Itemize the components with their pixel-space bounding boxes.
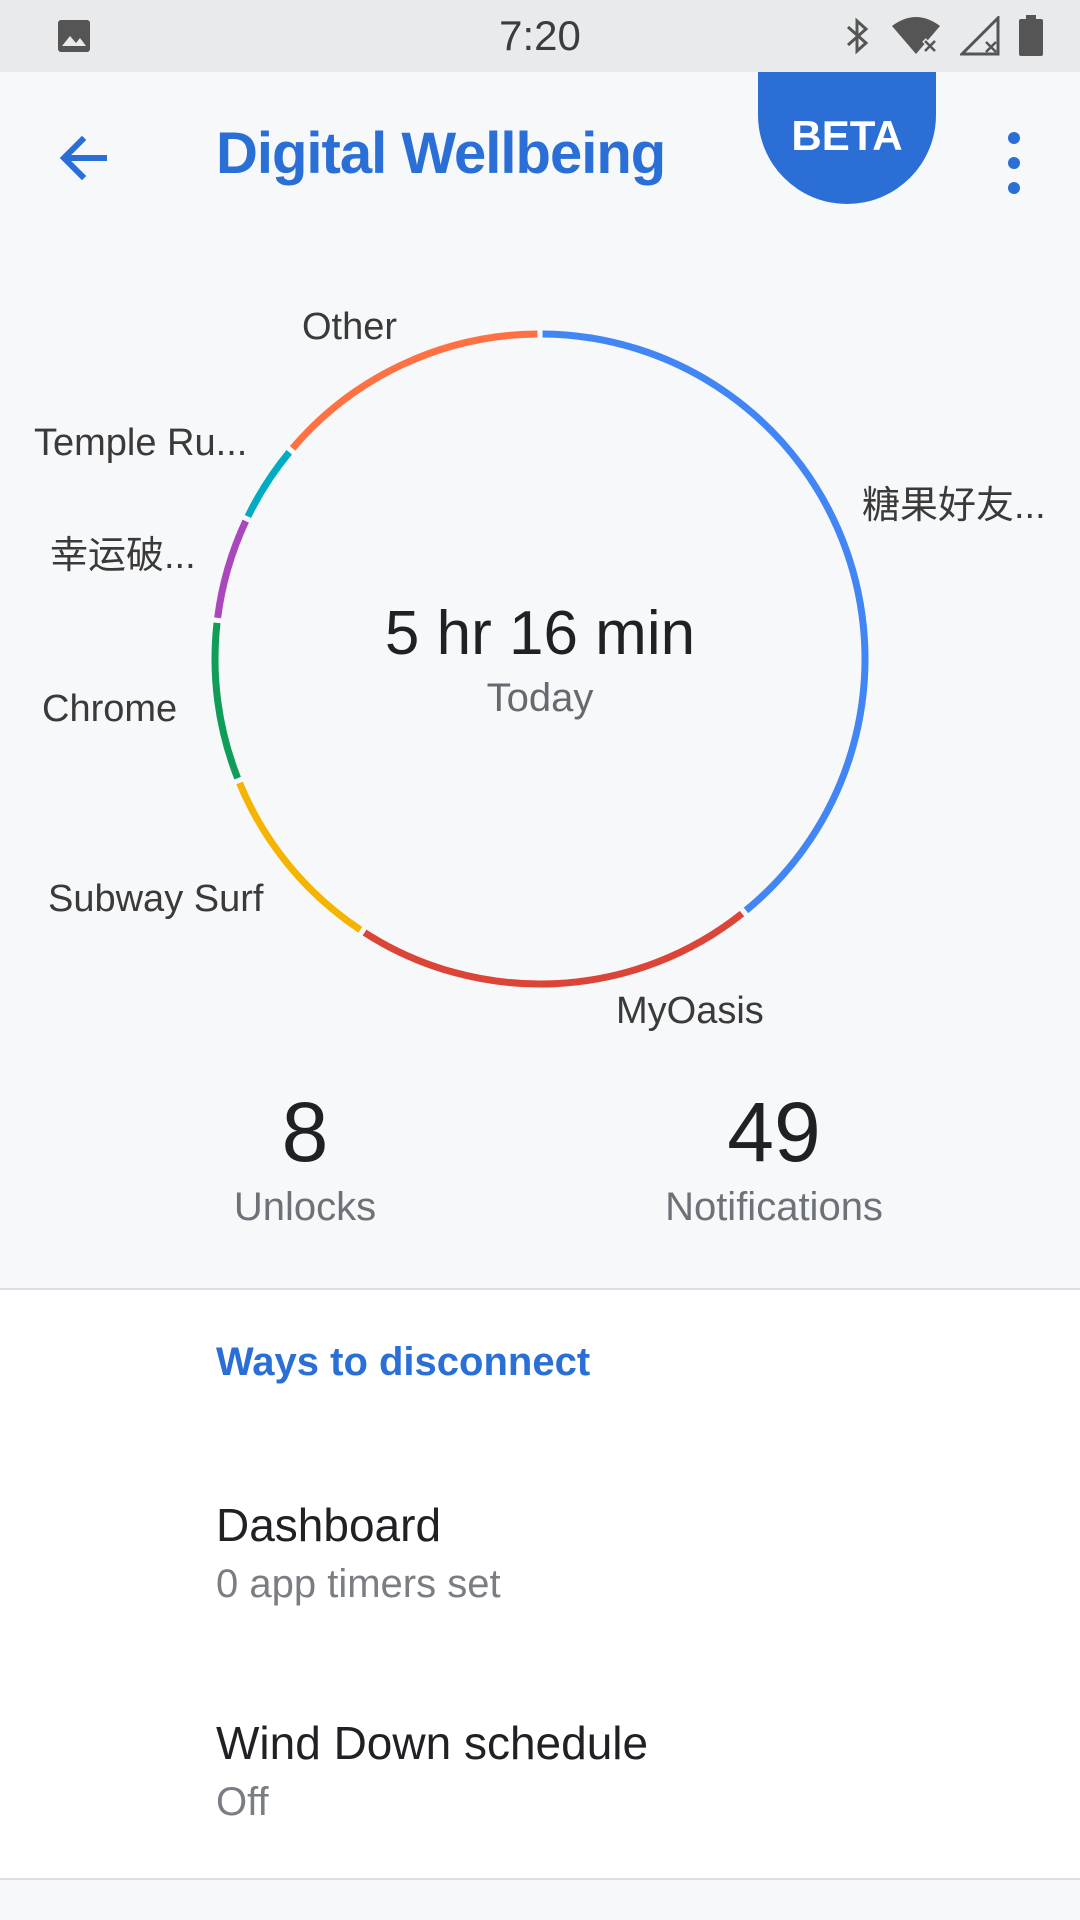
wifi-off-icon (892, 17, 940, 54)
app-bar: Digital Wellbeing BETA (0, 72, 1080, 242)
bottom-divider (0, 1878, 1080, 1880)
beta-badge: BETA (758, 72, 936, 204)
notifications-count: 49 (727, 1085, 821, 1179)
segment-label-candy-friends[interactable]: 糖果好友... (862, 474, 1046, 529)
section-header: Ways to disconnect (216, 1340, 591, 1384)
total-period: Today (486, 676, 594, 720)
battery-icon (1019, 15, 1043, 56)
notifications-stat: 49 Notifications (624, 1084, 924, 1230)
bluetooth-icon (847, 17, 869, 55)
list-item-title: Dashboard (216, 1499, 442, 1551)
ring-segment-5[interactable] (244, 450, 292, 519)
segment-label-other[interactable]: Other (302, 306, 397, 349)
status-bar: 7:20 (0, 0, 1080, 72)
more-options-button[interactable] (994, 126, 1034, 200)
ring-segment-1[interactable] (362, 910, 745, 988)
list-item-title: Wind Down schedule (216, 1717, 649, 1769)
back-button[interactable] (46, 118, 126, 198)
signal-off-icon (960, 16, 1000, 56)
unlocks-count: 8 (281, 1085, 329, 1179)
segment-label-myoasis[interactable]: MyOasis (616, 990, 764, 1033)
segment-label-temple-run[interactable]: Temple Ru... (34, 422, 247, 465)
unlocks-label: Unlocks (233, 1185, 377, 1229)
segment-label-lucky-break[interactable]: 幸运破... (50, 524, 196, 579)
total-screen-time: 5 hr 16 min (384, 599, 696, 668)
unlocks-stat: 8 Unlocks (205, 1084, 405, 1230)
more-vert-icon (1008, 132, 1020, 194)
usage-chart[interactable]: 糖果好友... MyOasis Subway Surf Chrome 幸运破..… (0, 242, 1080, 1062)
ways-to-disconnect-section: Ways to disconnect Dashboard 0 app timer… (0, 1290, 1080, 1880)
ring-segment-3[interactable] (211, 622, 241, 780)
segment-label-subway-surf[interactable]: Subway Surf (48, 878, 263, 921)
page-title: Digital Wellbeing (216, 121, 666, 186)
wind-down-item[interactable]: Wind Down schedule Off (216, 1716, 1036, 1825)
list-item-subtitle: Off (216, 1780, 269, 1824)
ring-segment-6[interactable] (289, 330, 538, 451)
dashboard-item[interactable]: Dashboard 0 app timers set (216, 1498, 1036, 1607)
segment-label-chrome[interactable]: Chrome (42, 688, 177, 731)
arrow-back-icon (59, 135, 107, 181)
list-item-subtitle: 0 app timers set (216, 1562, 501, 1606)
notifications-label: Notifications (665, 1185, 883, 1229)
ring-segment-4[interactable] (214, 519, 249, 619)
